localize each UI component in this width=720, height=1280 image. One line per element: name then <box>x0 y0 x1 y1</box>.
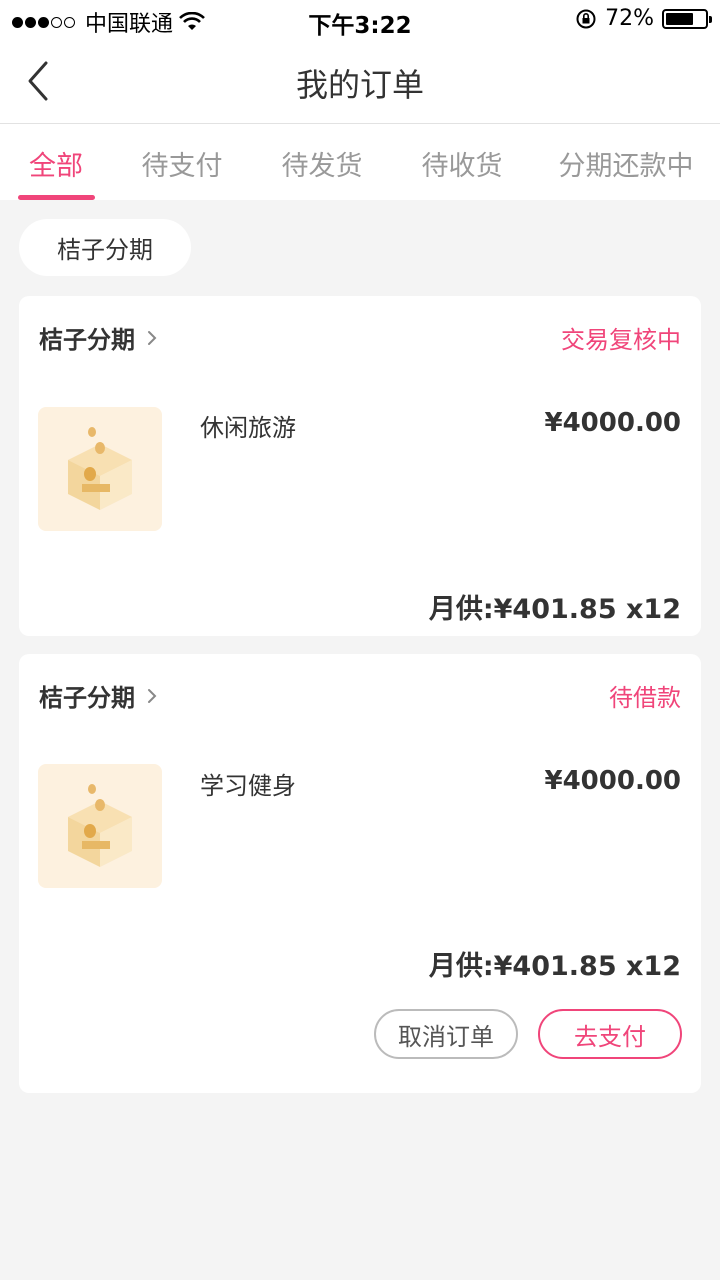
product-image <box>38 407 162 531</box>
status-right: 72% <box>575 6 712 31</box>
tab-pending-receipt[interactable]: 待收货 <box>392 124 532 200</box>
coin-box-icon <box>68 427 132 510</box>
order-status: 待借款 <box>609 684 681 712</box>
product-name: 学习健身 <box>200 772 296 800</box>
nav-bar: 我的订单 <box>0 40 720 124</box>
product-image <box>38 764 162 888</box>
tab-active-indicator <box>18 195 95 200</box>
tab-label: 待发货 <box>281 151 363 182</box>
page-title: 我的订单 <box>295 66 424 104</box>
order-status: 交易复核中 <box>561 326 681 354</box>
merchant-link[interactable]: 桔子分期 <box>39 320 161 355</box>
pay-button[interactable]: 去支付 <box>538 1009 682 1059</box>
order-card[interactable]: 桔子分期 交易复核中 休闲旅游 ¥4000.00 月供:¥401.85 x12 <box>19 296 701 636</box>
filter-chip[interactable]: 桔子分期 <box>19 219 191 276</box>
order-tabs: 全部 待支付 待发货 待收货 分期还款中 <box>0 124 720 200</box>
tab-label: 全部 <box>29 151 83 182</box>
merchant-name: 桔子分期 <box>39 326 135 354</box>
battery-percent: 72% <box>605 6 654 31</box>
battery-icon <box>662 8 712 29</box>
tab-pending-shipment[interactable]: 待发货 <box>252 124 392 200</box>
monthly-payment: 月供:¥401.85 x12 <box>428 951 681 982</box>
coin-box-icon <box>68 784 132 867</box>
product-name: 休闲旅游 <box>200 414 296 442</box>
battery-level <box>666 12 694 25</box>
monthly-payment: 月供:¥401.85 x12 <box>428 594 681 625</box>
merchant-link[interactable]: 桔子分期 <box>39 678 161 713</box>
product-price: ¥4000.00 <box>544 766 681 796</box>
tab-installment-repaying[interactable]: 分期还款中 <box>532 124 720 200</box>
order-card[interactable]: 桔子分期 待借款 学习健身 ¥4000.00 月供:¥401.85 x12 取消… <box>19 654 701 1093</box>
tab-all[interactable]: 全部 <box>0 124 112 200</box>
cancel-order-button[interactable]: 取消订单 <box>374 1009 518 1059</box>
status-bar: 中国联通 下午3:22 72% <box>0 0 720 40</box>
rotation-lock-icon <box>576 9 596 28</box>
tab-label: 待支付 <box>141 151 223 182</box>
chevron-right-icon <box>148 330 157 345</box>
tab-label: 分期还款中 <box>558 151 694 182</box>
chevron-right-icon <box>148 688 157 703</box>
tab-label: 待收货 <box>421 151 503 182</box>
product-price: ¥4000.00 <box>544 408 681 438</box>
tab-pending-payment[interactable]: 待支付 <box>112 124 252 200</box>
merchant-name: 桔子分期 <box>39 684 135 712</box>
